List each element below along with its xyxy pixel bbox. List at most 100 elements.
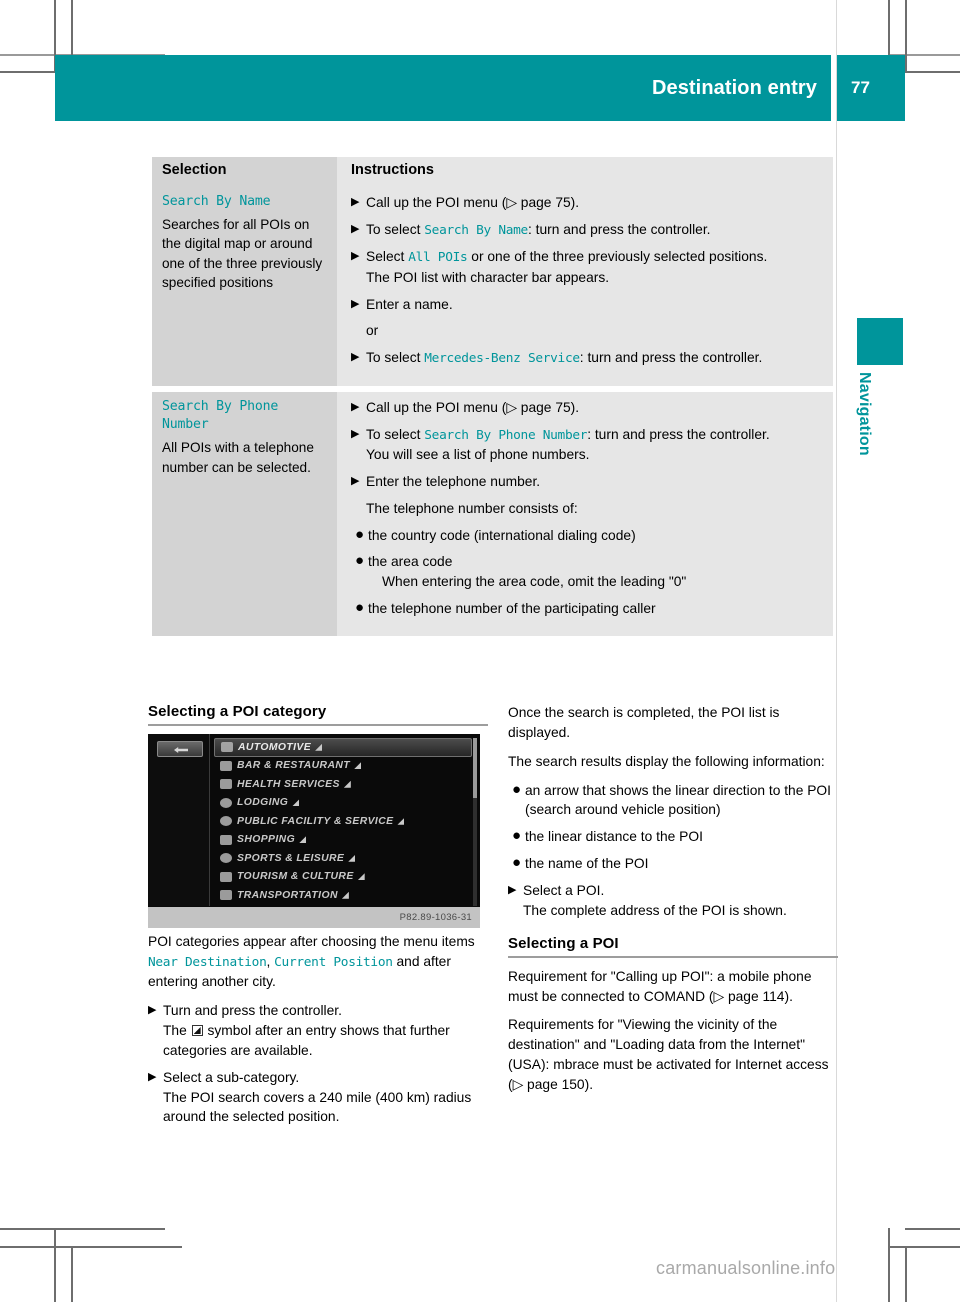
building-icon — [220, 816, 232, 827]
camera-icon — [220, 871, 232, 882]
instruction-step: ▶ Call up the POI menu (▷ page 75). — [351, 398, 823, 418]
step-sub-text: The POI list with character bar appears. — [366, 269, 610, 285]
poi-category-item[interactable]: TOURISM & CULTURE — [214, 868, 472, 887]
step-text: To select Mercedes-Benz Service: turn an… — [366, 348, 823, 368]
poi-category-item[interactable]: BAR & RESTAURANT — [214, 757, 472, 776]
page-header: Destination entry 77 — [55, 55, 905, 121]
list-item: ● an arrow that shows the linear directi… — [512, 781, 838, 821]
bed-icon — [220, 797, 232, 808]
submenu-arrow-icon — [357, 873, 365, 881]
step-text: Call up the POI menu (▷ page 75). — [366, 193, 823, 213]
poi-category-label: SPORTS & LEISURE — [237, 852, 345, 864]
poi-category-item[interactable]: TRANSPORTATION — [214, 886, 472, 905]
menu-term: Current Position — [274, 954, 393, 970]
poi-category-item[interactable]: SPORTS & LEISURE — [214, 849, 472, 868]
step-pre: To select — [366, 221, 425, 237]
chapter-label: Navigation — [856, 372, 873, 456]
submenu-arrow-icon — [341, 891, 349, 899]
instruction-step: ▶ Select a POI. The complete address of t… — [508, 881, 838, 921]
poi-category-label: TRANSPORTATION — [237, 889, 338, 901]
step-text: Select a sub-category. The POI search cov… — [163, 1068, 488, 1128]
submenu-arrow-icon — [299, 836, 307, 844]
page-title: Destination entry — [651, 76, 817, 99]
crop-mark-bottom-right-h2 — [888, 1246, 960, 1248]
cup-icon — [220, 760, 232, 771]
crop-mark-top-right-h2 — [905, 71, 960, 73]
step-sub-text: You will see a list of phone numbers. — [366, 446, 590, 462]
step-pre: Call up the POI menu ( — [366, 399, 507, 415]
step-text: Call up the POI menu (▷ page 75). — [366, 398, 823, 418]
table-cell-selection: Search By Phone Number All POIs with a t… — [152, 391, 337, 636]
instructions-table: Selection Instructions Search By Name Se… — [152, 157, 833, 636]
menu-term: All POIs — [408, 250, 468, 266]
selection-term: Search By Name — [162, 194, 271, 209]
list-item-text: the country code (international dialing … — [368, 527, 636, 543]
step-label: Select a POI. — [523, 883, 605, 899]
list-item: ● the name of the POI — [512, 854, 838, 874]
step-post: : turn and press the controller. — [527, 221, 711, 237]
table-header-row: Selection Instructions — [152, 157, 833, 187]
column-header-instructions: Instructions — [337, 157, 833, 187]
step-label: Turn and press the controller. — [163, 1003, 342, 1019]
poi-category-item[interactable]: HEALTH SERVICES — [214, 775, 472, 794]
selection-term: Search By Phone Number — [162, 398, 279, 433]
bullet-dot-icon: ● — [355, 525, 365, 543]
section-title-selecting-poi: Selecting a POI — [508, 934, 619, 952]
margin-divider — [836, 0, 837, 1302]
step-pre: To select — [366, 426, 425, 442]
list-item-text: an arrow that shows the linear direction… — [525, 782, 831, 818]
instruction-step: ▶ To select Search By Name: turn and pre… — [351, 220, 823, 240]
header-page-box: 77 — [837, 55, 905, 121]
menu-term: Search By Phone Number — [424, 427, 588, 443]
poi-category-item[interactable]: LODGING — [214, 794, 472, 813]
poi-category-item[interactable]: SHOPPING — [214, 831, 472, 850]
requirements-paragraph: Requirements for "Viewing the vicinity o… — [508, 1015, 838, 1094]
poi-category-item[interactable]: AUTOMOTIVE — [214, 738, 472, 757]
table-row: Search By Phone Number All POIs with a t… — [152, 391, 833, 636]
chapter-marker — [857, 318, 903, 365]
step-text: Select All POIs or one of the three prev… — [366, 247, 823, 287]
comand-screenshot-figure: AUTOMOTIVE BAR & RESTAURANT HEALTH SERVI… — [148, 734, 480, 928]
step-text: Select a POI. The complete address of the… — [523, 881, 838, 921]
cart-icon — [220, 834, 232, 845]
submenu-arrow-icon — [348, 854, 356, 862]
table-cell-selection: Search By Name Searches for all POIs on … — [152, 187, 337, 386]
page-reference[interactable]: ▷ page 75 — [506, 400, 570, 415]
sub-post: symbol after an entry shows that further… — [163, 1023, 450, 1058]
selection-description: All POIs with a telephone number can be … — [162, 440, 314, 475]
poi-category-label: LODGING — [237, 797, 289, 809]
bullet-dot-icon: ● — [355, 552, 365, 570]
instruction-step: ▶ To select Search By Phone Number: turn… — [351, 425, 823, 465]
bullet-dot-icon: ● — [512, 780, 522, 798]
list-item-text: the name of the POI — [525, 856, 649, 872]
crop-mark-bottom-right-v — [888, 1228, 890, 1302]
plane-icon — [220, 890, 232, 901]
figure-scrollbar[interactable] — [473, 738, 477, 906]
step-arrow-icon: ▶ — [148, 1004, 157, 1017]
para-post: ). — [584, 1077, 594, 1093]
poi-category-label: SHOPPING — [237, 834, 296, 846]
poi-category-label: AUTOMOTIVE — [238, 741, 312, 753]
page-reference[interactable]: ▷ page 114 — [714, 989, 785, 1004]
step-pre: To select — [366, 350, 425, 366]
step-post: : turn and press the controller. — [587, 426, 770, 442]
crop-mark-top-right-v2 — [905, 0, 907, 72]
page-reference[interactable]: ▷ page 75 — [506, 195, 570, 210]
poi-category-label: BAR & RESTAURANT — [237, 760, 350, 772]
step-text: Turn and press the controller. The symbol… — [163, 1001, 488, 1061]
para-post: ). — [784, 988, 793, 1004]
page-reference[interactable]: ▷ page 150 — [513, 1077, 585, 1092]
step-post: ). — [570, 195, 580, 210]
poi-category-label: TOURISM & CULTURE — [237, 871, 354, 883]
list-item-label: the area code — [368, 554, 453, 570]
search-results-paragraph: The search results display the following… — [508, 753, 825, 769]
step-arrow-icon: ▶ — [351, 250, 360, 263]
submenu-arrow-icon — [354, 762, 361, 770]
poi-category-item[interactable]: PUBLIC FACILITY & SERVICE — [214, 812, 472, 831]
menu-term: Near Destination — [148, 954, 267, 970]
table-cell-instructions: ▶ Call up the POI menu (▷ page 75). ▶ To… — [337, 187, 833, 386]
crop-mark-bottom-right-v2 — [905, 1246, 907, 1302]
step-label: Select a sub-category. — [163, 1069, 300, 1085]
section-rule — [508, 955, 838, 958]
instruction-step: ▶ Select a sub-category. The POI search c… — [148, 1068, 488, 1128]
